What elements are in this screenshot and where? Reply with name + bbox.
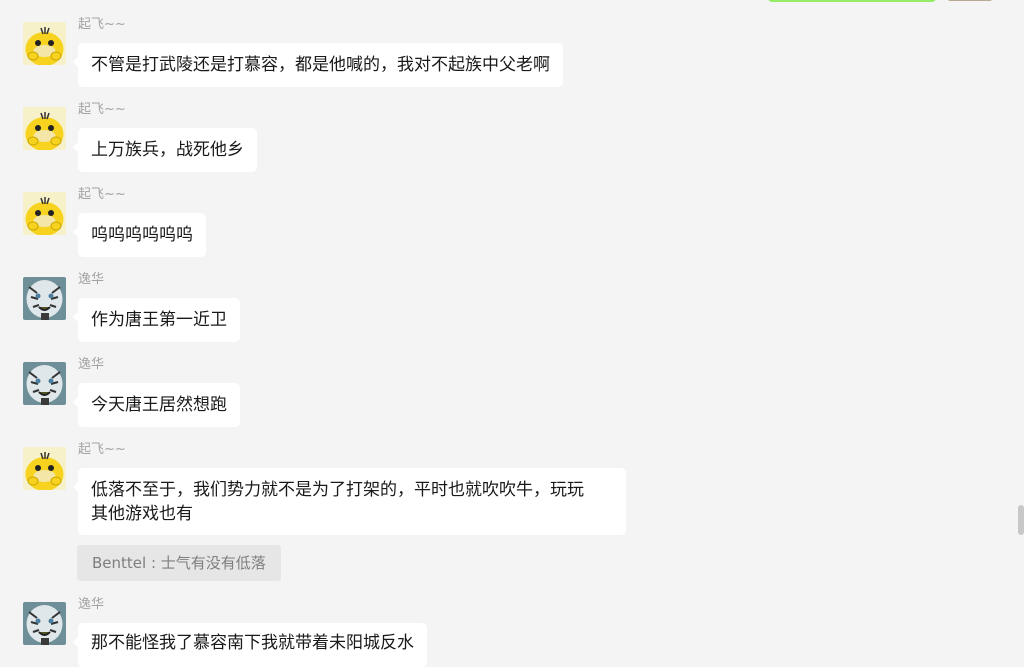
yellow-duck-avatar[interactable] — [23, 107, 66, 150]
message-bubble[interactable]: 低落不至于，我们势力就不是为了打架的，平时也就吹吹牛，玩玩 其他游戏也有 — [73, 468, 626, 535]
message-bubble[interactable]: 呜呜呜呜呜呜 — [73, 213, 206, 257]
own-message-bubble-partial[interactable] — [768, 0, 936, 2]
scrollbar-thumb[interactable] — [1018, 505, 1024, 535]
white-tiger-avatar[interactable] — [23, 362, 66, 405]
white-tiger-avatar[interactable] — [23, 277, 66, 320]
sender-name: 起飞~~ — [78, 187, 126, 202]
white-tiger-avatar[interactable] — [23, 602, 66, 645]
sender-name: 逸华 — [78, 597, 105, 612]
message-bubble[interactable]: 那不能怪我了慕容南下我就带着未阳城反水 — [73, 623, 427, 667]
message-bubble[interactable]: 上万族兵，战死他乡 — [73, 128, 257, 172]
yellow-duck-avatar[interactable] — [23, 192, 66, 235]
message-line: 其他游戏也有 — [91, 504, 193, 524]
message-line: 低落不至于，我们势力就不是为了打架的，平时也就吹吹牛，玩玩 — [91, 480, 584, 500]
message-bubble[interactable]: 不管是打武陵还是打慕容，都是他喊的，我对不起族中父老啊 — [73, 43, 563, 87]
message-bubble[interactable]: 作为唐王第一近卫 — [73, 298, 240, 342]
sender-name: 起飞~~ — [78, 17, 126, 32]
sender-name: 逸华 — [78, 272, 105, 287]
yellow-duck-avatar[interactable] — [23, 22, 66, 65]
message-bubble[interactable]: 今天唐王居然想跑 — [73, 383, 240, 427]
own-avatar-partial[interactable] — [948, 0, 992, 1]
yellow-duck-avatar[interactable] — [23, 447, 66, 490]
quoted-message[interactable]: Benttel : 士气有没有低落 — [77, 545, 281, 581]
sender-name: 起飞~~ — [78, 102, 126, 117]
sender-name: 逸华 — [78, 357, 105, 372]
sender-name: 起飞~~ — [78, 442, 126, 457]
